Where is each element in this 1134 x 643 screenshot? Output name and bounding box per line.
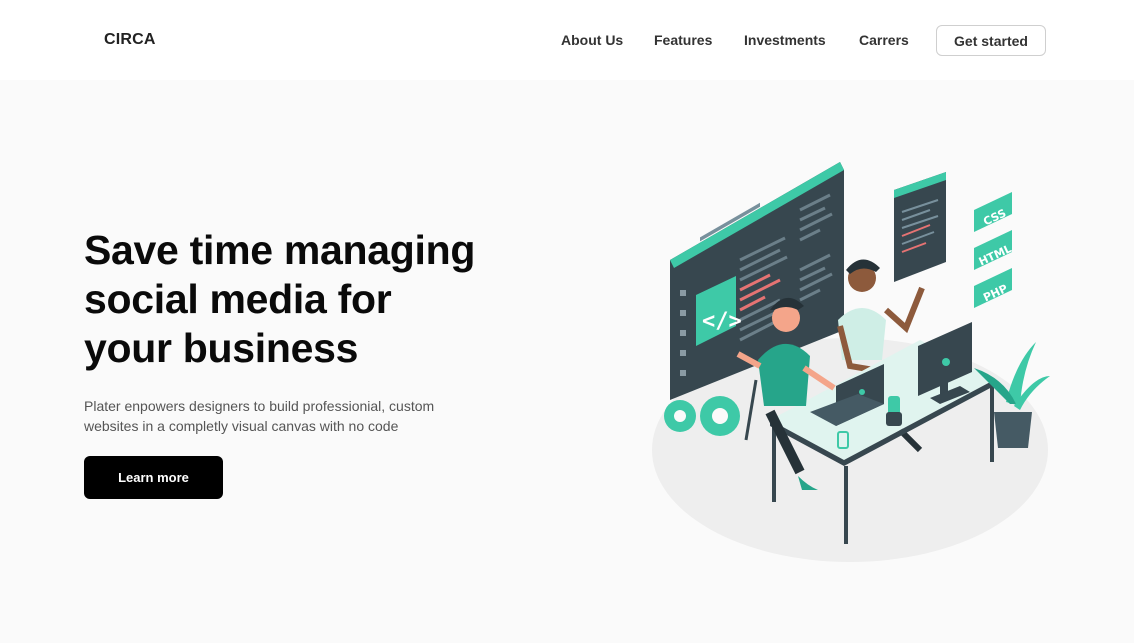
- coffee-cup: [837, 431, 849, 449]
- hero-title-line: Save time managing: [84, 227, 476, 273]
- learn-more-button[interactable]: Learn more: [84, 456, 223, 499]
- top-navbar: CIRCA About Us Features Investments Carr…: [0, 0, 1134, 80]
- hero-title-line: your business: [84, 325, 359, 371]
- html-badge: HTML: [974, 230, 1014, 270]
- hero-title: Save time managing social media for your…: [84, 226, 514, 373]
- developers-illustration: </> CSS HTML PHP: [652, 162, 1050, 562]
- hero-title-line: social media for: [84, 276, 392, 322]
- css-badge: CSS: [974, 192, 1012, 232]
- nav-link-investments[interactable]: Investments: [744, 32, 826, 48]
- nav-link-about-us[interactable]: About Us: [561, 32, 623, 48]
- hero-subtitle: Plater enpowers designers to build profe…: [84, 396, 484, 436]
- monitor: [918, 322, 972, 404]
- cactus-pot: [886, 396, 902, 426]
- hero-subtitle-line: websites in a completly visual canvas wi…: [84, 418, 399, 434]
- hero-subtitle-line: Plater enpowers designers to build profe…: [84, 398, 435, 414]
- code-window: [894, 172, 946, 282]
- code-tag-label: </>: [702, 309, 742, 334]
- nav-link-carrers[interactable]: Carrers: [859, 32, 909, 48]
- nav-link-features[interactable]: Features: [654, 32, 712, 48]
- get-started-button[interactable]: Get started: [936, 25, 1046, 56]
- php-badge: PHP: [974, 268, 1012, 308]
- logo[interactable]: CIRCA: [104, 31, 156, 49]
